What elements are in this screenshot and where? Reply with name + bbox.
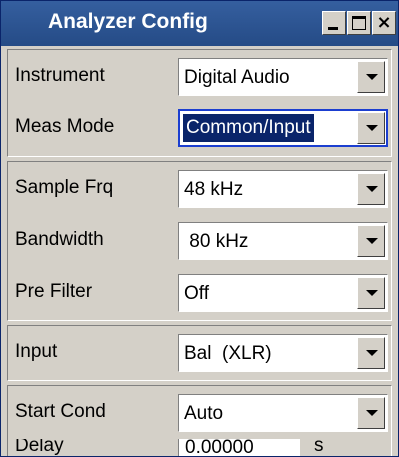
meas-mode-label: Meas Mode xyxy=(15,116,115,137)
delay-label: Delay xyxy=(15,439,64,456)
instrument-dropdown-button[interactable] xyxy=(357,61,385,93)
start-cond-dropdown-button[interactable] xyxy=(357,397,385,429)
instrument-label: Instrument xyxy=(15,65,105,86)
meas-mode-select[interactable]: Common/Input xyxy=(178,109,388,147)
maximize-icon xyxy=(352,16,366,30)
maximize-button[interactable] xyxy=(347,11,371,35)
sample-frq-row: Sample Frq 48 kHz xyxy=(8,163,391,215)
window-title: Analyzer Config xyxy=(48,10,208,33)
chevron-down-icon xyxy=(366,350,378,356)
start-cond-label: Start Cond xyxy=(15,401,106,422)
instrument-row: Instrument Digital Audio xyxy=(8,51,391,103)
delay-input[interactable]: 0.00000 xyxy=(178,439,300,456)
delay-row: Delay 0.00000 s xyxy=(8,439,391,456)
start-cond-select[interactable]: Auto xyxy=(178,394,388,432)
input-group: Input Bal (XLR) xyxy=(7,325,392,381)
analyzer-config-window: Analyzer Config × Instrument Digital Aud… xyxy=(0,0,399,457)
sampling-group: Sample Frq 48 kHz Bandwidth 80 kHz Pre F… xyxy=(7,161,392,321)
bandwidth-select[interactable]: 80 kHz xyxy=(178,222,388,260)
chevron-down-icon xyxy=(366,74,378,80)
input-value: Bal (XLR) xyxy=(184,343,272,364)
sample-frq-dropdown-button[interactable] xyxy=(357,173,385,205)
minimize-button[interactable] xyxy=(322,11,346,35)
chevron-down-icon xyxy=(366,290,378,296)
title-bar[interactable]: Analyzer Config × xyxy=(1,1,398,46)
pre-filter-dropdown-button[interactable] xyxy=(357,277,385,309)
pre-filter-value: Off xyxy=(184,283,209,304)
delay-value: 0.00000 xyxy=(185,439,254,456)
chevron-down-icon xyxy=(366,238,378,244)
instrument-group: Instrument Digital Audio Meas Mode Commo… xyxy=(7,49,392,157)
chevron-down-icon xyxy=(366,125,378,131)
pre-filter-label: Pre Filter xyxy=(15,281,93,302)
input-dropdown-button[interactable] xyxy=(357,337,385,369)
meas-mode-dropdown-button[interactable] xyxy=(357,112,385,144)
chevron-down-icon xyxy=(366,186,378,192)
pre-filter-row: Pre Filter Off xyxy=(8,267,391,319)
minimize-icon xyxy=(328,27,338,30)
input-row: Input Bal (XLR) xyxy=(8,327,391,379)
start-cond-row: Start Cond Auto xyxy=(8,387,391,439)
bandwidth-value: 80 kHz xyxy=(184,231,249,252)
close-button[interactable]: × xyxy=(372,11,396,35)
instrument-select[interactable]: Digital Audio xyxy=(178,58,388,96)
sample-frq-label: Sample Frq xyxy=(15,177,114,198)
bandwidth-label: Bandwidth xyxy=(15,229,104,250)
input-label: Input xyxy=(15,341,58,362)
close-icon: × xyxy=(376,12,392,33)
start-group: Start Cond Auto Delay 0.00000 s xyxy=(7,385,392,456)
chevron-down-icon xyxy=(366,410,378,416)
meas-mode-row: Meas Mode Common/Input xyxy=(8,102,391,154)
sample-frq-value: 48 kHz xyxy=(184,179,244,200)
instrument-value: Digital Audio xyxy=(184,67,290,88)
input-select[interactable]: Bal (XLR) xyxy=(178,334,388,372)
pre-filter-select[interactable]: Off xyxy=(178,274,388,312)
start-cond-value: Auto xyxy=(184,403,224,424)
bandwidth-row: Bandwidth 80 kHz xyxy=(8,215,391,267)
delay-unit: s xyxy=(314,439,324,456)
meas-mode-value: Common/Input xyxy=(183,114,314,142)
bandwidth-dropdown-button[interactable] xyxy=(357,225,385,257)
sample-frq-select[interactable]: 48 kHz xyxy=(178,170,388,208)
